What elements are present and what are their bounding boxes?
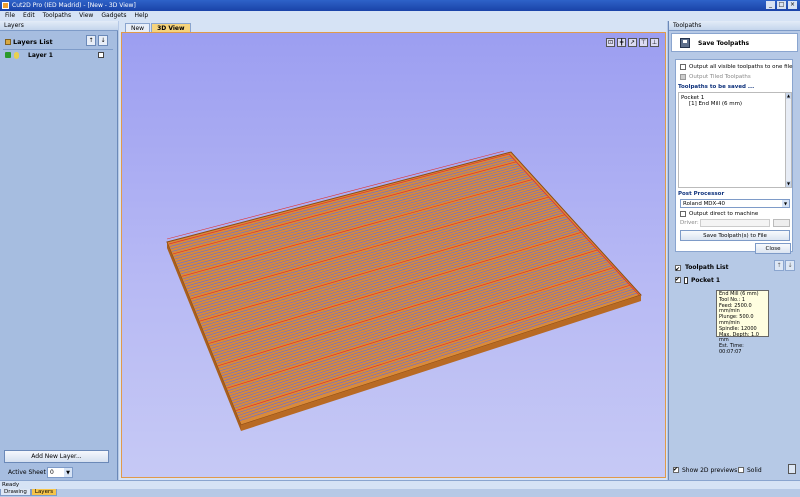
3d-board-render bbox=[166, 150, 642, 431]
driver-browse-button bbox=[773, 219, 790, 227]
output-tiled-label: Output Tiled Toolpaths bbox=[689, 74, 751, 80]
status-text: Ready bbox=[2, 482, 20, 488]
move-layer-up-button[interactable]: ↑ bbox=[86, 35, 96, 46]
save-toolpaths-title: Save Toolpaths bbox=[698, 40, 750, 47]
board-top bbox=[166, 151, 642, 426]
maximize-button[interactable]: □ bbox=[777, 1, 786, 9]
layer-name: Layer 1 bbox=[28, 52, 53, 59]
menu-bar: File Edit Toolpaths View Gadgets Help bbox=[0, 11, 800, 21]
title-bar: Cut2D Pro (IED Madrid) - [New - 3D View]… bbox=[0, 0, 800, 11]
toolpaths-to-save-list[interactable]: Pocket 1 [1] End Mill (6 mm) ▲ ▼ bbox=[678, 92, 792, 188]
driver-label: Driver: bbox=[680, 220, 699, 226]
active-sheet-select[interactable]: 0 ▼ bbox=[47, 467, 73, 478]
output-tiled-checkbox[interactable] bbox=[680, 74, 686, 80]
output-direct-checkbox[interactable] bbox=[680, 211, 686, 217]
minimize-button[interactable]: _ bbox=[766, 1, 775, 9]
layer-visible-icon[interactable] bbox=[5, 52, 11, 58]
layer-checkbox[interactable] bbox=[98, 52, 104, 58]
layer-row[interactable]: Layer 1 bbox=[4, 51, 112, 61]
solid-label: Solid bbox=[747, 467, 762, 474]
output-all-label: Output all visible toolpaths to one file bbox=[689, 64, 793, 70]
view-area: New 3D View ⊡ ╋ ↗ ⊤ ⊥ bbox=[119, 21, 667, 480]
active-sheet-value: 0 bbox=[50, 469, 54, 476]
toolpath-list-title: Toolpath List bbox=[685, 264, 729, 271]
show-2d-previews-label: Show 2D previews bbox=[682, 467, 738, 474]
pocket-icon bbox=[684, 277, 688, 284]
layers-list-header: Layers List bbox=[3, 35, 113, 50]
menu-gadgets[interactable]: Gadgets bbox=[101, 11, 126, 21]
toolpaths-panel: Toolpaths Save Toolpaths Output all visi… bbox=[668, 21, 800, 480]
driver-field bbox=[700, 219, 770, 227]
output-all-checkbox[interactable] bbox=[680, 64, 686, 70]
close-window-button[interactable]: × bbox=[788, 1, 797, 9]
scroll-up-icon[interactable]: ▲ bbox=[786, 93, 791, 99]
menu-toolpaths[interactable]: Toolpaths bbox=[43, 11, 71, 21]
layers-icon bbox=[5, 39, 11, 45]
layers-panel-header: Layers bbox=[0, 21, 118, 31]
menu-edit[interactable]: Edit bbox=[23, 11, 35, 21]
post-processor-select[interactable]: Roland MDX-40 ▼ bbox=[680, 199, 790, 208]
active-sheet-label: Active Sheet bbox=[8, 469, 46, 476]
toolpath-list-checkbox[interactable] bbox=[675, 263, 681, 277]
add-new-layer-button[interactable]: Add New Layer... bbox=[4, 450, 109, 463]
toolpath-item[interactable]: Pocket 1 bbox=[675, 275, 721, 285]
save-toolpaths-form: Output all visible toolpaths to one file… bbox=[675, 59, 793, 252]
move-toolpath-up-button[interactable]: ↑ bbox=[774, 260, 784, 271]
chevron-down-icon: ▼ bbox=[782, 200, 789, 207]
scroll-down-icon[interactable]: ▼ bbox=[786, 181, 791, 187]
to-be-saved-title: Toolpaths to be saved ... bbox=[678, 84, 755, 90]
save-toolpaths-header: Save Toolpaths bbox=[671, 33, 798, 52]
show-2d-previews-checkbox[interactable] bbox=[673, 465, 679, 474]
list-scrollbar[interactable]: ▲ ▼ bbox=[785, 93, 791, 187]
layer-bulb-icon[interactable] bbox=[14, 52, 19, 59]
menu-file[interactable]: File bbox=[5, 11, 15, 21]
show-previews-row: Show 2D previews Solid bbox=[673, 465, 762, 475]
chevron-down-icon: ▼ bbox=[64, 468, 72, 477]
toolpath-item-name: Pocket 1 bbox=[691, 277, 721, 284]
toolpaths-panel-header: Toolpaths bbox=[669, 21, 800, 31]
delete-toolpath-icon[interactable] bbox=[788, 464, 796, 474]
tooltip-line: Est. Time: 00:07:07 bbox=[719, 343, 744, 355]
status-bar: Ready bbox=[0, 480, 800, 489]
tab-3d-view[interactable]: 3D View bbox=[151, 23, 191, 32]
move-toolpath-down-button[interactable]: ↓ bbox=[785, 260, 795, 271]
move-layer-down-button[interactable]: ↓ bbox=[98, 35, 108, 46]
floppy-disk-icon bbox=[680, 38, 690, 48]
menu-help[interactable]: Help bbox=[134, 11, 148, 21]
menu-view[interactable]: View bbox=[79, 11, 93, 21]
toolpath-tooltip: End Mill (6 mm) Tool No.: 1 Feed: 2500.0… bbox=[716, 290, 769, 355]
layers-list-title: Layers List bbox=[13, 38, 53, 46]
save-toolpaths-to-file-button[interactable]: Save Toolpath(s) to File bbox=[680, 230, 790, 241]
output-direct-label: Output direct to machine bbox=[689, 211, 759, 217]
close-button[interactable]: Close bbox=[755, 243, 791, 254]
saved-item-tool: [1] End Mill (6 mm) bbox=[689, 101, 743, 107]
tab-new[interactable]: New bbox=[125, 23, 151, 32]
app-icon bbox=[2, 2, 9, 9]
window-title: Cut2D Pro (IED Madrid) - [New - 3D View] bbox=[12, 2, 136, 9]
toolpath-item-checkbox[interactable] bbox=[675, 275, 681, 284]
solid-checkbox[interactable] bbox=[738, 467, 744, 473]
post-processor-value: Roland MDX-40 bbox=[683, 201, 726, 207]
layers-panel: Layers Layers List ↑ ↓ Layer 1 Add New L… bbox=[0, 21, 118, 496]
3d-viewport[interactable]: ⊡ ╋ ↗ ⊤ ⊥ bbox=[121, 32, 666, 478]
post-processor-title: Post Processor bbox=[678, 191, 725, 197]
